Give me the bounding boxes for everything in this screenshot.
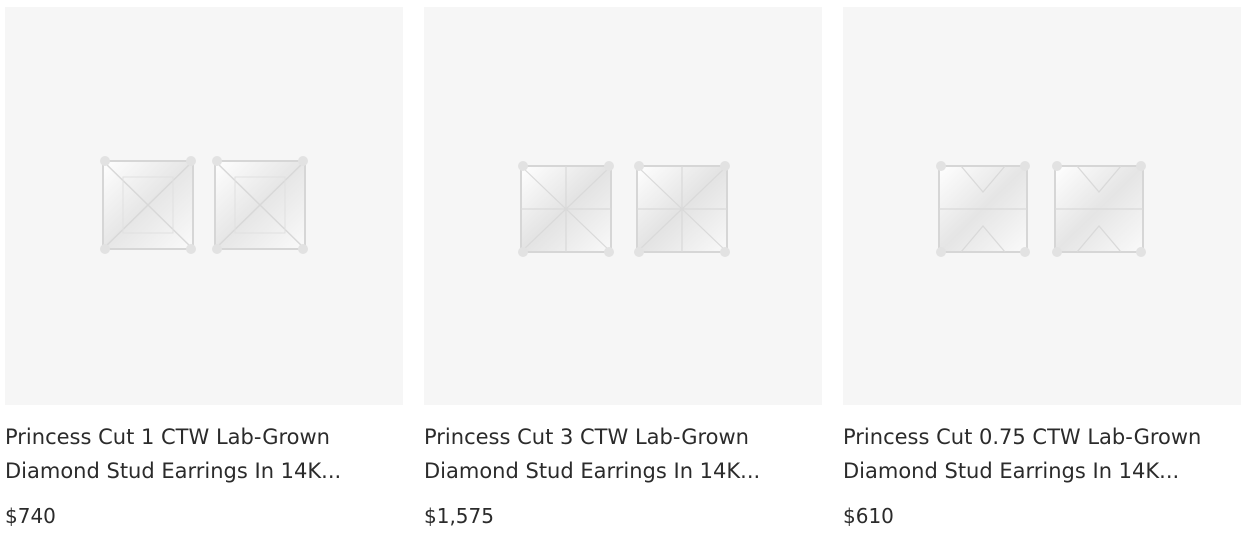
product-price: $1,575 [424,504,494,528]
earrings-image [100,156,308,254]
product-title[interactable]: Princess Cut 3 CTW Lab-Grown Diamond Stu… [424,420,816,488]
earrings-image [518,161,730,257]
product-grid: Princess Cut 1 CTW Lab-Grown Diamond Stu… [0,0,1241,546]
product-image-link[interactable] [424,7,822,405]
left-stud [518,161,614,257]
product-card[interactable]: Princess Cut 3 CTW Lab-Grown Diamond Stu… [424,0,822,546]
product-card[interactable]: Princess Cut 0.75 CTW Lab-Grown Diamond … [843,0,1241,546]
left-stud [100,156,196,254]
right-stud [1052,161,1146,257]
right-stud [634,161,730,257]
product-price: $610 [843,504,894,528]
earrings-image [936,161,1146,257]
product-price: $740 [5,504,56,528]
product-title[interactable]: Princess Cut 1 CTW Lab-Grown Diamond Stu… [5,420,397,488]
left-stud [936,161,1030,257]
right-stud [212,156,308,254]
product-image-link[interactable] [5,7,403,405]
product-image-link[interactable] [843,7,1241,405]
product-title[interactable]: Princess Cut 0.75 CTW Lab-Grown Diamond … [843,420,1235,488]
product-card[interactable]: Princess Cut 1 CTW Lab-Grown Diamond Stu… [5,0,403,546]
